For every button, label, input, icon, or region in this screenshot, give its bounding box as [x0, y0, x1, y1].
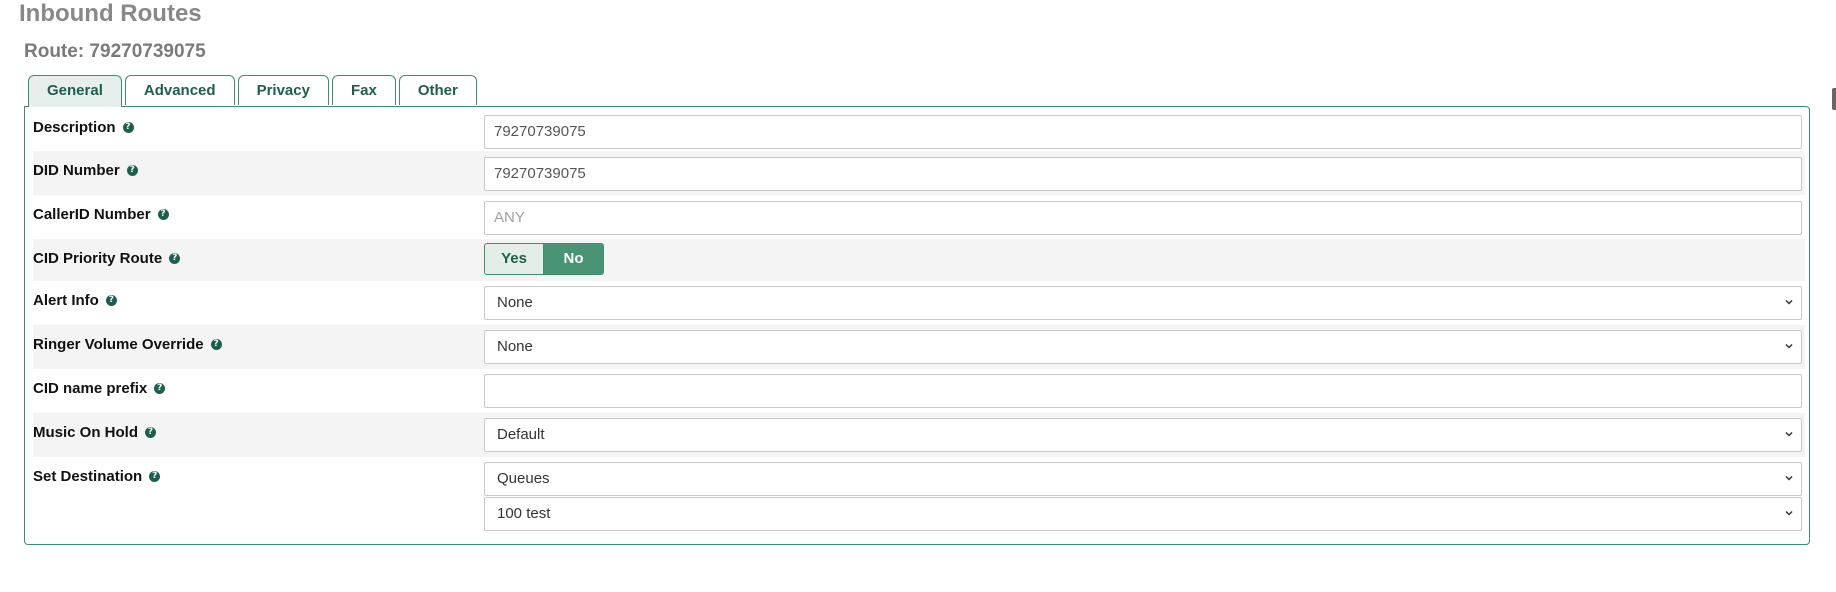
tab-privacy[interactable]: Privacy: [237, 75, 329, 105]
tab-general[interactable]: General: [28, 75, 122, 107]
callerid-number-label: CallerID Number ?: [33, 206, 169, 223]
chevron-down-icon: [1785, 299, 1793, 305]
description-label: Description ?: [33, 119, 134, 136]
alert-info-value: None: [497, 294, 533, 311]
cid-name-prefix-row: CID name prefix ?: [33, 369, 1805, 413]
did-number-row: DID Number ? 79270739075: [33, 151, 1805, 195]
description-label-text: Description: [33, 119, 116, 136]
help-icon[interactable]: ?: [145, 427, 156, 438]
music-on-hold-label: Music On Hold ?: [33, 424, 156, 441]
general-tab-panel: Description ? 79270739075 DID Number ? 7…: [24, 106, 1810, 545]
page-title: Inbound Routes: [19, 0, 202, 27]
help-icon[interactable]: ?: [122, 122, 134, 133]
cid-priority-route-label-text: CID Priority Route: [33, 250, 163, 267]
help-icon[interactable]: ?: [157, 209, 169, 220]
inbound-routes-page: Inbound Routes Route: 79270739075 Genera…: [0, 0, 1836, 592]
description-row: Description ? 79270739075: [33, 108, 1805, 151]
did-number-input[interactable]: 79270739075: [484, 157, 1802, 191]
callerid-number-input[interactable]: ANY: [484, 201, 1802, 235]
ringer-volume-override-select[interactable]: None: [484, 330, 1802, 364]
music-on-hold-row: Music On Hold ? Default: [33, 413, 1805, 457]
music-on-hold-label-text: Music On Hold: [33, 424, 138, 441]
description-input[interactable]: 79270739075: [484, 115, 1802, 149]
help-icon[interactable]: ?: [105, 295, 117, 306]
ringer-volume-override-label: Ringer Volume Override ?: [33, 336, 222, 353]
destination-type-value: Queues: [497, 470, 550, 487]
music-on-hold-value: Default: [497, 426, 545, 443]
ringer-volume-override-label-text: Ringer Volume Override: [33, 336, 204, 353]
cid-name-prefix-label-text: CID name prefix: [33, 380, 148, 397]
help-icon[interactable]: ?: [154, 383, 166, 394]
ringer-volume-override-value: None: [497, 338, 533, 355]
set-destination-label-text: Set Destination: [33, 468, 143, 485]
destination-target-select[interactable]: 100 test: [484, 497, 1802, 531]
alert-info-label: Alert Info ?: [33, 292, 117, 309]
destination-type-select[interactable]: Queues: [484, 462, 1802, 496]
destination-target-value: 100 test: [497, 505, 551, 522]
tab-other[interactable]: Other: [398, 75, 477, 105]
callerid-number-row: CallerID Number ? ANY: [33, 195, 1805, 239]
cid-priority-no-button[interactable]: No: [544, 243, 604, 275]
callerid-number-label-text: CallerID Number: [33, 206, 151, 223]
chevron-down-icon: [1785, 431, 1793, 437]
did-number-label-text: DID Number: [33, 162, 120, 179]
cid-priority-route-label: CID Priority Route ?: [33, 250, 181, 267]
help-icon[interactable]: ?: [169, 253, 181, 264]
alert-info-select[interactable]: None: [484, 286, 1802, 320]
ringer-volume-override-row: Ringer Volume Override ? None: [33, 325, 1805, 369]
route-title: Route: 79270739075: [24, 41, 206, 62]
chevron-down-icon: [1785, 475, 1793, 481]
alert-info-row: Alert Info ? None: [33, 281, 1805, 325]
tab-fax[interactable]: Fax: [331, 75, 396, 105]
cid-priority-yes-button[interactable]: Yes: [484, 243, 544, 275]
tab-advanced[interactable]: Advanced: [124, 75, 235, 105]
alert-info-label-text: Alert Info: [33, 292, 99, 309]
cid-name-prefix-input[interactable]: [484, 374, 1802, 408]
chevron-down-icon: [1785, 343, 1793, 349]
tab-bar: General Advanced Privacy Fax Other: [28, 75, 477, 107]
help-icon[interactable]: ?: [149, 471, 161, 482]
music-on-hold-select[interactable]: Default: [484, 418, 1802, 452]
set-destination-row: Set Destination ? Queues 100 test: [33, 457, 1805, 541]
scroll-edge-handle[interactable]: [1832, 88, 1836, 110]
set-destination-label: Set Destination ?: [33, 468, 161, 485]
cid-name-prefix-label: CID name prefix ?: [33, 380, 166, 397]
cid-priority-route-toggle: Yes No: [484, 243, 604, 275]
did-number-label: DID Number ?: [33, 162, 138, 179]
cid-priority-route-row: CID Priority Route ? Yes No: [33, 239, 1805, 281]
chevron-down-icon: [1785, 510, 1793, 516]
help-icon[interactable]: ?: [210, 339, 222, 350]
help-icon[interactable]: ?: [126, 165, 138, 176]
